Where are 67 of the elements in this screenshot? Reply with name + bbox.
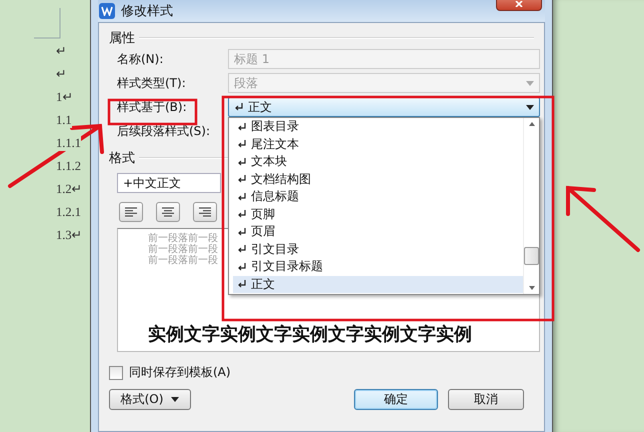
preview-previous-paragraph: 前一段落前一段 <box>148 244 218 255</box>
dropdown-option[interactable]: 引文目录 <box>233 240 523 258</box>
field-label: 样式基于(B): <box>117 98 187 116</box>
option-label: 文本块 <box>251 153 287 170</box>
dropdown-option[interactable]: 引文目录标题 <box>233 258 523 276</box>
scroll-up-icon <box>528 122 534 126</box>
align-center-icon <box>162 207 174 217</box>
dropdown-option[interactable]: 页脚 <box>233 206 523 223</box>
option-label: 正文 <box>251 276 275 293</box>
app-logo-icon <box>99 3 115 19</box>
scrollbar[interactable] <box>523 118 539 294</box>
option-label: 页脚 <box>251 206 275 223</box>
option-label: 信息标题 <box>251 188 299 206</box>
paragraph-mark-icon <box>237 209 247 220</box>
paragraph-mark-icon <box>237 226 247 237</box>
dropdown-option[interactable]: 正文 <box>233 276 523 293</box>
paragraph-mark-icon <box>237 156 247 167</box>
format-menu-button[interactable]: 格式(O) <box>109 389 191 410</box>
paragraph-mark-icon <box>237 139 247 150</box>
paragraph-mark-icon <box>237 279 247 290</box>
caret-icon <box>526 80 534 86</box>
window-title: 修改样式 <box>121 3 173 20</box>
dropdown-option[interactable]: 文档结构图 <box>233 170 523 188</box>
group-heading: 属性 <box>109 30 135 47</box>
scroll-down-icon <box>528 286 534 290</box>
font-field[interactable]: +中文正文 <box>117 173 221 193</box>
field-label: 名称(N): <box>117 50 164 68</box>
paragraph-mark-icon <box>237 192 247 202</box>
page-corner-mark <box>34 8 62 40</box>
preview-previous-paragraph: 前一段落前一段 <box>148 233 218 244</box>
dropdown-value: 正文 <box>248 98 272 116</box>
paragraph-mark-icon <box>237 244 247 254</box>
dropdown-option[interactable]: 图表目录 <box>233 118 523 136</box>
align-left-icon <box>125 207 137 217</box>
cancel-button[interactable]: 取消 <box>448 389 524 410</box>
caret-icon <box>171 397 180 402</box>
paragraph-mark-icon <box>237 174 247 184</box>
field-label: 后续段落样式(S): <box>117 122 210 140</box>
close-icon <box>514 1 524 7</box>
align-center-button[interactable] <box>156 202 180 222</box>
checkbox[interactable] <box>109 366 123 380</box>
option-label: 页眉 <box>251 223 275 240</box>
paragraph-mark-icon <box>237 262 247 272</box>
dropdown-value: 段落 <box>234 74 258 92</box>
option-label: 文档结构图 <box>251 170 311 188</box>
paragraph-mark-icon <box>237 122 247 132</box>
dropdown-option[interactable]: 文本块 <box>233 153 523 170</box>
align-left-button[interactable] <box>119 202 143 222</box>
scrollbar-thumb[interactable] <box>524 247 539 265</box>
paragraph-mark-icon <box>234 102 244 112</box>
option-label: 引文目录 <box>251 240 299 258</box>
option-label: 引文目录标题 <box>251 258 323 276</box>
preview-sample-text: 实例文字实例文字实例文字实例文字实例 <box>148 323 472 346</box>
dropdown-option[interactable]: 信息标题 <box>233 188 523 206</box>
preview-previous-paragraph: 前一段落前一段 <box>148 255 218 266</box>
dropdown-option[interactable]: 页眉 <box>233 223 523 240</box>
field-label: 样式类型(T): <box>117 74 186 92</box>
dropdown-field[interactable]: 正文 <box>228 97 540 117</box>
ok-button[interactable]: 确定 <box>354 389 438 410</box>
caret-icon <box>526 104 534 110</box>
group-heading: 格式 <box>109 150 135 167</box>
align-right-icon <box>199 207 211 217</box>
checkbox-label: 同时保存到模板(A) <box>129 364 231 381</box>
align-right-button[interactable] <box>193 202 217 222</box>
option-label: 尾注文本 <box>251 136 299 153</box>
dropdown-option[interactable]: 尾注文本 <box>233 136 523 153</box>
option-label: 图表目录 <box>251 118 299 136</box>
